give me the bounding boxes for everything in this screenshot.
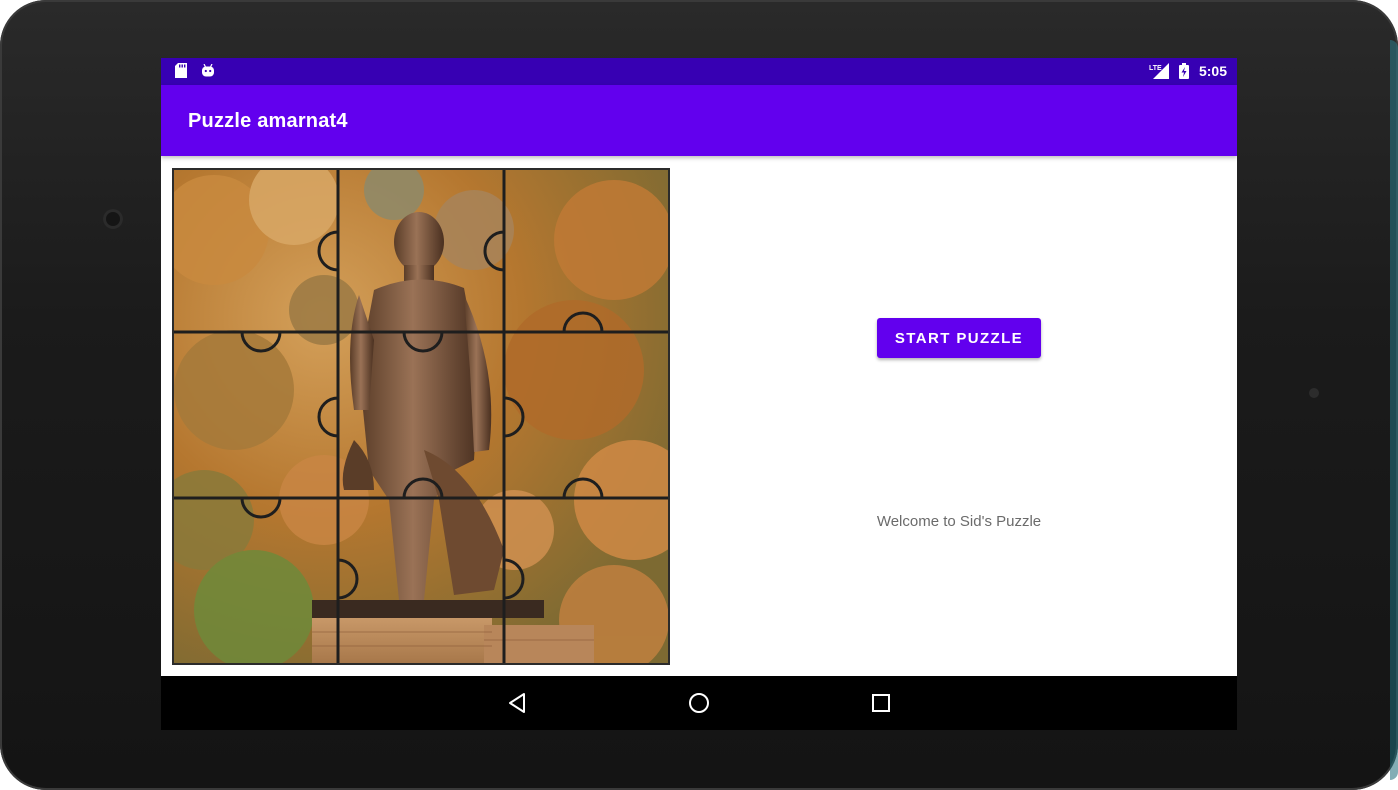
- navigation-bar: [161, 676, 1237, 730]
- start-puzzle-button[interactable]: START PUZZLE: [877, 318, 1041, 358]
- status-bar: LTE 5:05: [161, 58, 1237, 85]
- android-icon: [202, 64, 214, 77]
- proximity-sensor: [1309, 388, 1319, 398]
- welcome-text: Welcome to Sid's Puzzle: [876, 513, 1042, 530]
- status-clock: 5:05: [1198, 63, 1227, 79]
- back-icon[interactable]: [506, 691, 530, 715]
- tablet-frame: LTE 5:05 Puzzle amarnat4 START PUZZLE We…: [0, 0, 1398, 790]
- home-icon[interactable]: [687, 691, 711, 715]
- app-bar: Puzzle amarnat4: [161, 85, 1237, 156]
- svg-text:LTE: LTE: [1149, 65, 1162, 72]
- puzzle-picture: [174, 170, 668, 663]
- front-camera: [103, 209, 123, 229]
- tablet-edge: [1390, 40, 1398, 780]
- app-title: Puzzle amarnat4: [188, 110, 348, 132]
- lte-signal-icon: LTE: [1149, 63, 1169, 79]
- sd-card-icon: [175, 63, 187, 78]
- recents-icon[interactable]: [869, 691, 893, 715]
- battery-charging-icon: [1179, 63, 1189, 79]
- screen: LTE 5:05 Puzzle amarnat4 START PUZZLE We…: [161, 58, 1237, 730]
- puzzle-image[interactable]: [172, 168, 670, 665]
